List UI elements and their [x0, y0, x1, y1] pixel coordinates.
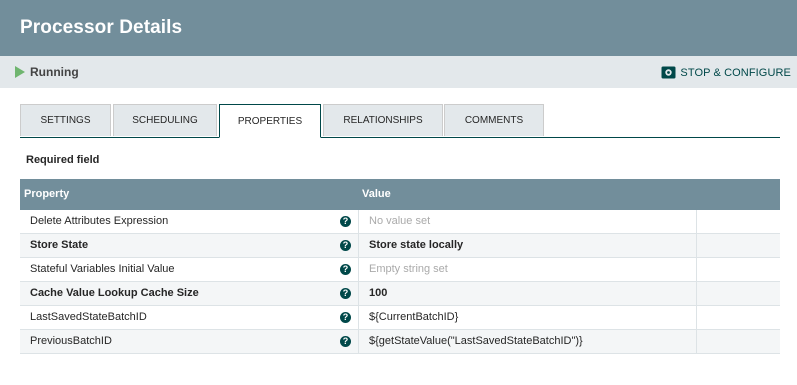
table-row[interactable]: Store State ? Store state locally — [20, 234, 780, 258]
column-divider — [696, 282, 697, 305]
property-name: PreviousBatchID — [30, 335, 112, 347]
play-icon — [15, 66, 25, 78]
property-name: Cache Value Lookup Cache Size — [30, 287, 199, 299]
status-bar: Running STOP & CONFIGURE — [0, 56, 797, 88]
column-divider — [696, 306, 697, 329]
column-divider — [358, 282, 359, 305]
property-value[interactable]: ${CurrentBatchID} — [369, 311, 458, 323]
column-divider — [358, 258, 359, 281]
property-value[interactable]: 100 — [369, 287, 387, 299]
column-header-value: Value — [362, 188, 391, 200]
table-row[interactable]: LastSavedStateBatchID ? ${CurrentBatchID… — [20, 306, 780, 330]
column-divider — [696, 234, 697, 257]
column-divider — [696, 210, 697, 233]
property-name: Delete Attributes Expression — [30, 215, 169, 227]
column-divider — [696, 258, 697, 281]
property-name: LastSavedStateBatchID — [30, 311, 147, 323]
stop-configure-label: STOP & CONFIGURE — [680, 66, 791, 79]
tab-properties[interactable]: PROPERTIES — [219, 104, 321, 138]
column-divider — [696, 330, 697, 353]
tab-settings[interactable]: SETTINGS — [20, 104, 111, 136]
property-value[interactable]: No value set — [369, 215, 430, 227]
column-divider — [358, 306, 359, 329]
run-status-label: Running — [30, 65, 79, 79]
tab-relationships[interactable]: RELATIONSHIPS — [323, 104, 443, 136]
dialog-title: Processor Details — [20, 17, 183, 38]
table-header: Property Value — [20, 179, 780, 210]
help-icon[interactable]: ? — [340, 264, 351, 275]
column-divider — [358, 210, 359, 233]
property-name: Stateful Variables Initial Value — [30, 263, 175, 275]
column-header-property: Property — [24, 188, 70, 200]
help-icon[interactable]: ? — [340, 312, 351, 323]
column-divider — [358, 330, 359, 353]
property-value[interactable]: Empty string set — [369, 263, 448, 275]
tab-bar: SETTINGS SCHEDULING PROPERTIES RELATIONS… — [20, 104, 780, 138]
table-row[interactable]: Stateful Variables Initial Value ? Empty… — [20, 258, 780, 282]
property-value[interactable]: ${getStateValue("LastSavedStateBatchID")… — [369, 335, 583, 347]
stop-configure-button[interactable]: STOP & CONFIGURE — [661, 66, 791, 79]
table-row[interactable]: PreviousBatchID ? ${getStateValue("LastS… — [20, 330, 780, 354]
help-icon[interactable]: ? — [340, 216, 351, 227]
column-divider — [358, 234, 359, 257]
dialog-header: Processor Details — [0, 0, 797, 56]
run-status: Running — [15, 65, 79, 79]
help-icon[interactable]: ? — [340, 336, 351, 347]
table-row[interactable]: Cache Value Lookup Cache Size ? 100 — [20, 282, 780, 306]
table-row[interactable]: Delete Attributes Expression ? No value … — [20, 210, 780, 234]
properties-table: Property Value Delete Attributes Express… — [20, 179, 780, 354]
property-value[interactable]: Store state locally — [369, 239, 463, 251]
tab-scheduling[interactable]: SCHEDULING — [113, 104, 217, 136]
help-icon[interactable]: ? — [340, 288, 351, 299]
required-field-note: Required field — [26, 154, 100, 166]
stop-configure-icon — [661, 66, 676, 79]
property-name: Store State — [30, 239, 89, 251]
help-icon[interactable]: ? — [340, 240, 351, 251]
tab-comments[interactable]: COMMENTS — [444, 104, 544, 136]
